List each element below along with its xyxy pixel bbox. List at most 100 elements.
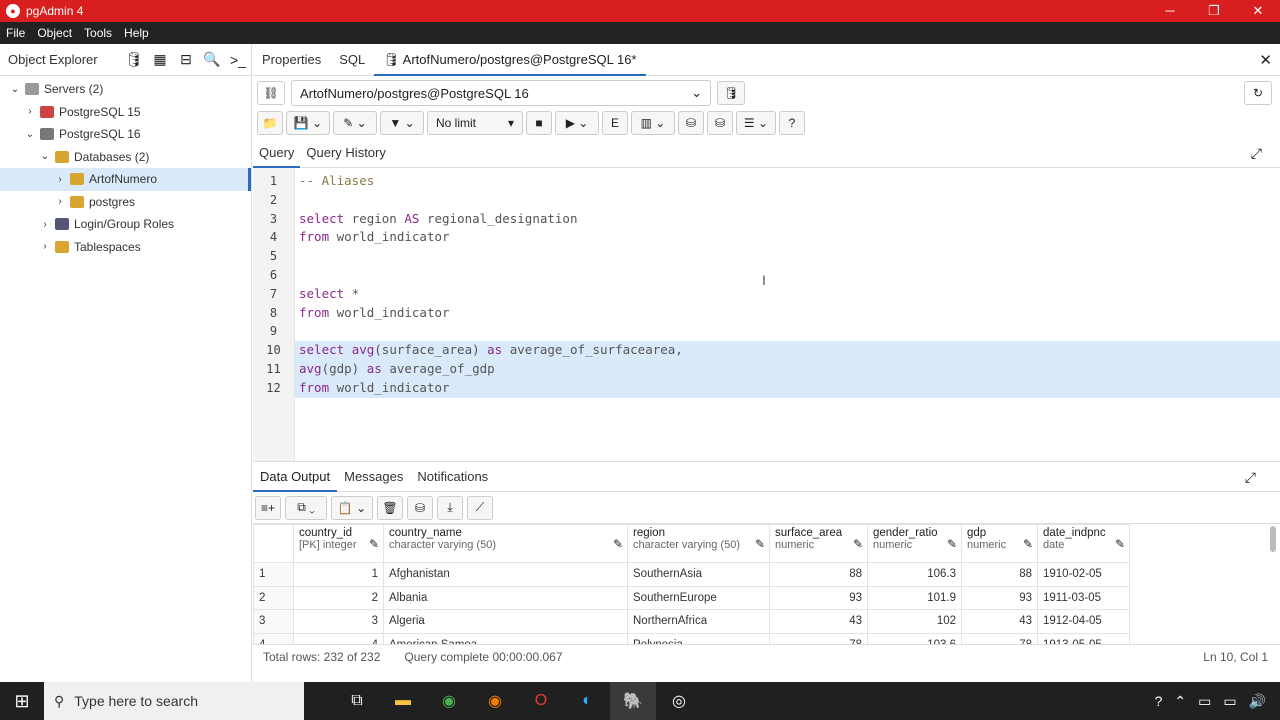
- tree-item[interactable]: ⌄ Databases (2): [0, 146, 251, 169]
- file-explorer-icon[interactable]: ▬: [380, 682, 426, 720]
- table-cell[interactable]: 3: [293, 609, 384, 634]
- opera-icon[interactable]: O: [518, 682, 564, 720]
- new-connection-icon[interactable]: 🛢: [717, 81, 745, 105]
- table-cell[interactable]: 88: [961, 562, 1038, 587]
- explain-analyze-icon[interactable]: ▥ ⌄: [631, 111, 675, 135]
- table-cell[interactable]: Albania: [383, 585, 628, 610]
- edit-column-icon[interactable]: ✎: [369, 537, 379, 551]
- chevron-right-icon[interactable]: ›: [23, 106, 37, 117]
- table-cell[interactable]: Algeria: [383, 609, 628, 634]
- tree-item[interactable]: › Login/Group Roles: [0, 213, 251, 236]
- vertical-scrollbar[interactable]: [1270, 526, 1276, 552]
- table-cell[interactable]: 43: [961, 609, 1038, 634]
- tree-item[interactable]: › Tablespaces: [0, 236, 251, 259]
- table-cell[interactable]: 1911-03-05: [1037, 585, 1130, 610]
- chevron-right-icon[interactable]: ›: [38, 219, 52, 230]
- edge-icon[interactable]: ◐: [564, 682, 610, 720]
- code-line[interactable]: from world_indicator: [295, 378, 1280, 398]
- column-header[interactable]: region character varying (50) ✎: [627, 524, 770, 563]
- table-cell[interactable]: 1912-04-05: [1037, 609, 1130, 634]
- tab-notifications[interactable]: Notifications: [410, 462, 495, 492]
- table-cell[interactable]: 93: [769, 585, 868, 610]
- windows-start-icon[interactable]: ⊞: [0, 682, 44, 720]
- column-header[interactable]: country_id [PK] integer ✎: [293, 524, 384, 563]
- table-cell[interactable]: 1913-05-05: [1037, 632, 1130, 644]
- edit-icon[interactable]: ✎ ⌄: [333, 111, 377, 135]
- row-number[interactable]: 3: [253, 609, 294, 634]
- edit-column-icon[interactable]: ✎: [1023, 537, 1033, 551]
- explain-icon[interactable]: E: [602, 111, 628, 135]
- menu-object[interactable]: Object: [31, 26, 78, 40]
- tab-messages[interactable]: Messages: [337, 462, 410, 492]
- table-cell[interactable]: 93: [961, 585, 1038, 610]
- taskbar-search[interactable]: ⚲ Type here to search: [44, 682, 304, 720]
- pgadmin-icon[interactable]: 🐘: [610, 682, 656, 720]
- edit-column-icon[interactable]: ✎: [613, 537, 623, 551]
- commit-icon[interactable]: ⛁: [678, 111, 704, 135]
- code-line[interactable]: from world_indicator: [295, 304, 1280, 323]
- row-number[interactable]: 1: [253, 562, 294, 587]
- graph-icon[interactable]: ⟋: [467, 495, 493, 520]
- execute-icon[interactable]: ▶ ⌄: [555, 111, 599, 135]
- column-header[interactable]: gender_ratio numeric ✎: [867, 524, 962, 563]
- tree-item[interactable]: › postgres: [0, 191, 251, 214]
- connection-status-icon[interactable]: ⛓: [257, 81, 285, 105]
- code-line[interactable]: [295, 266, 1280, 285]
- table-icon[interactable]: ▦: [147, 47, 173, 73]
- close-tab-icon[interactable]: ✕: [1259, 51, 1272, 69]
- minimize-icon[interactable]: ─: [1148, 0, 1192, 22]
- search-icon[interactable]: 🔍: [199, 47, 225, 73]
- column-header[interactable]: date_indpnc date ✎: [1037, 524, 1130, 563]
- display-icon[interactable]: ▭: [1192, 693, 1217, 710]
- table-cell[interactable]: 2: [293, 585, 384, 610]
- filter-icon[interactable]: ▼ ⌄: [380, 111, 424, 135]
- menu-file[interactable]: File: [0, 26, 31, 40]
- tab-query-history[interactable]: Query History: [300, 138, 391, 168]
- table-row[interactable]: 1 1 Afghanistan SouthernAsia 88 106.3 88 1910-0…: [253, 562, 1130, 587]
- sql-editor[interactable]: 1 2 3 4 5 6 7 8 9 10 11 12 -- Aliases select region…: [253, 168, 1280, 462]
- edit-column-icon[interactable]: ✎: [1115, 537, 1125, 551]
- table-cell[interactable]: 78: [961, 632, 1038, 644]
- stop-icon[interactable]: ■: [526, 111, 552, 135]
- copy-icon[interactable]: ⧉ ⌄: [285, 495, 327, 520]
- row-number[interactable]: 4: [253, 632, 294, 644]
- tab-sql[interactable]: SQL: [330, 44, 374, 76]
- code-line[interactable]: select avg(surface_area) as average_of_s…: [295, 341, 1280, 360]
- paste-icon[interactable]: 📋 ⌄: [331, 495, 373, 520]
- table-cell[interactable]: 78: [769, 632, 868, 644]
- table-cell[interactable]: 88: [769, 562, 868, 587]
- help-tray-icon[interactable]: ?: [1149, 693, 1169, 710]
- code-line[interactable]: [295, 191, 1280, 210]
- table-cell[interactable]: Polynesia: [627, 632, 770, 644]
- code-line[interactable]: -- Aliases: [295, 172, 1280, 191]
- code-line[interactable]: select region AS regional_designation: [295, 210, 1280, 229]
- chevron-down-icon[interactable]: ⌄: [23, 129, 37, 140]
- table-cell[interactable]: 103.6: [867, 632, 962, 644]
- task-view-icon[interactable]: ⧉: [334, 682, 380, 720]
- code-area[interactable]: -- Aliases select region AS regional_des…: [295, 168, 1280, 461]
- open-file-icon[interactable]: 📁: [257, 111, 283, 135]
- tab-query[interactable]: Query: [253, 138, 301, 168]
- expand-icon[interactable]: ⤢: [1245, 469, 1256, 486]
- rollback-icon[interactable]: ⛁: [707, 111, 733, 135]
- code-line[interactable]: avg(gdp) as average_of_gdp: [295, 359, 1280, 379]
- edit-column-icon[interactable]: ✎: [853, 537, 863, 551]
- terminal-icon[interactable]: >_: [225, 47, 251, 73]
- add-row-icon[interactable]: ≡+: [255, 495, 281, 520]
- tree-item[interactable]: › PostgreSQL 15: [0, 101, 251, 124]
- obs-icon[interactable]: ◎: [656, 682, 702, 720]
- refresh-icon[interactable]: ↻: [1244, 81, 1272, 105]
- chevron-up-icon[interactable]: ⌃: [1168, 693, 1192, 710]
- tree-item[interactable]: ⌄ PostgreSQL 16: [0, 123, 251, 146]
- edit-column-icon[interactable]: ✎: [947, 537, 957, 551]
- table-cell[interactable]: SouthernAsia: [627, 562, 770, 587]
- tab-data-output[interactable]: Data Output: [253, 462, 338, 492]
- database-icon[interactable]: 🛢: [121, 47, 147, 73]
- menu-tools[interactable]: Tools: [78, 26, 118, 40]
- maximize-icon[interactable]: ❐: [1192, 0, 1236, 22]
- tree-item[interactable]: ⌄ Servers (2): [0, 78, 251, 101]
- expand-icon[interactable]: ⤢: [1251, 145, 1262, 162]
- table-cell[interactable]: NorthernAfrica: [627, 609, 770, 634]
- column-header[interactable]: surface_area numeric ✎: [769, 524, 868, 563]
- save-file-icon[interactable]: 💾 ⌄: [286, 111, 330, 135]
